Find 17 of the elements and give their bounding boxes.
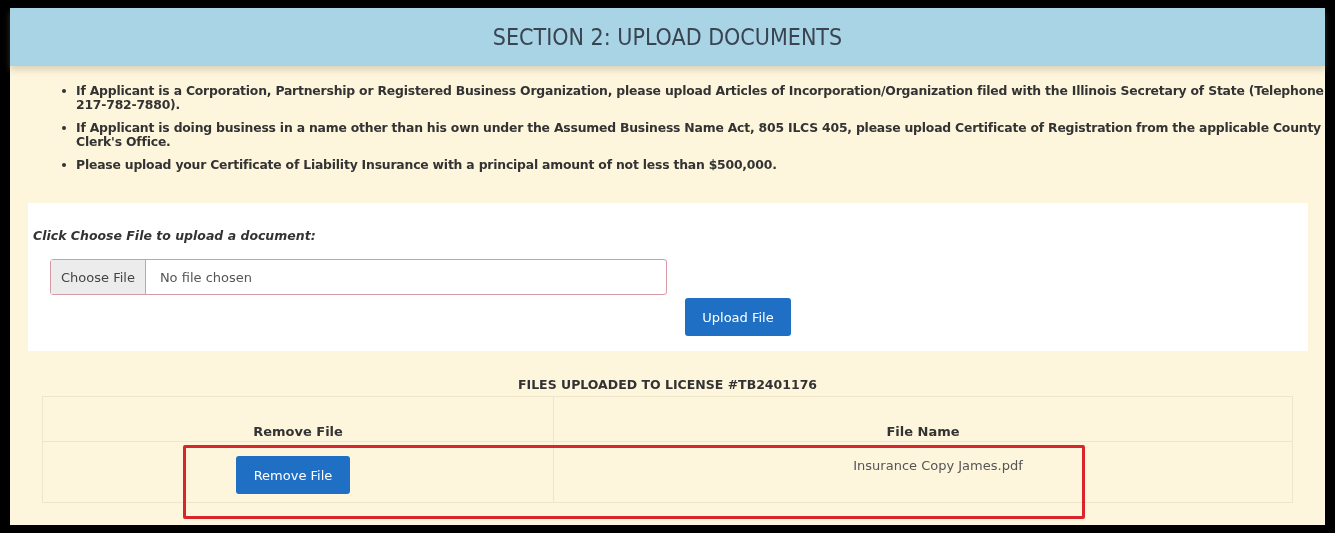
upload-button[interactable]: Upload File bbox=[685, 298, 791, 336]
column-header: File Name bbox=[553, 396, 1293, 442]
file-status: No file chosen bbox=[158, 269, 252, 285]
upload-prompt: Click Choose File to upload a document: bbox=[33, 228, 316, 243]
instruction-text: If Applicant is a Corporation, Partnership or Registered Business Organization, please upload Articles of Incorporation/Organization filed with the Illinois Secretary of State (Telephone 217-782-7880). bbox=[76, 84, 1325, 112]
table-caption: FILES UPLOADED TO LICENSE #TB2401176 bbox=[517, 377, 818, 392]
instruction-text: Please upload your Certificate of Liability Insurance with a principal amount of not less than $500,000. bbox=[76, 158, 778, 172]
bullet-icon bbox=[62, 126, 66, 130]
file-input[interactable]: Choose File No file chosen bbox=[50, 259, 667, 295]
file-name: Insurance Copy James.pdf bbox=[853, 457, 1023, 473]
bullet-icon bbox=[62, 163, 66, 167]
bullet-icon bbox=[62, 89, 66, 93]
column-header: Remove File bbox=[42, 396, 554, 442]
section-header: SECTION 2: UPLOAD DOCUMENTS bbox=[10, 8, 1325, 66]
remove-file-button[interactable]: Remove File bbox=[236, 456, 350, 494]
instruction-text: If Applicant is doing business in a name other than his own under the Assumed Business Name Act, 805 ILCS 405, please upload Certificate of Registration from the applicable County Clerk's Office. bbox=[76, 121, 1322, 149]
choose-file-button[interactable]: Choose File bbox=[51, 260, 146, 294]
